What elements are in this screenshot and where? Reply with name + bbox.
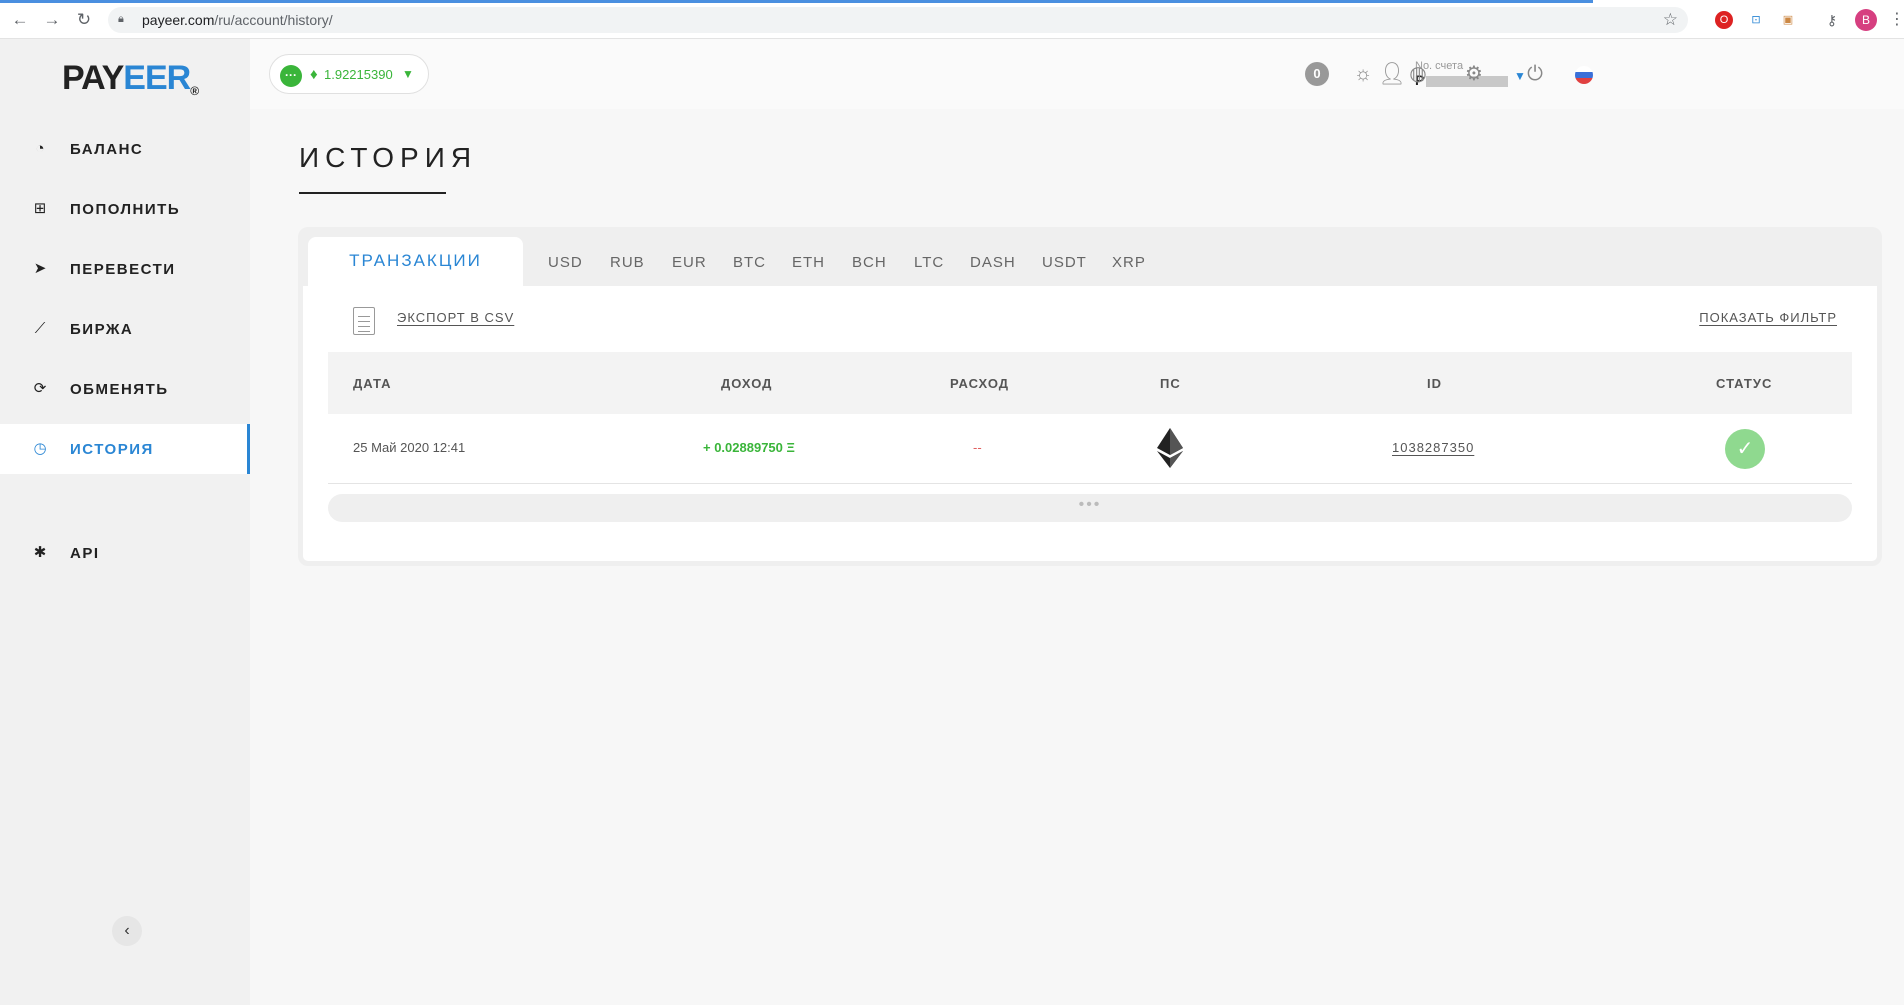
history-card: ТРАНЗАКЦИИ USD RUB EUR BTC ETH BCH LTC D… [298,227,1882,566]
tab-eur[interactable]: EUR [672,254,707,271]
tab-usdt[interactable]: USDT [1042,254,1087,271]
sidebar-item-api[interactable]: ✱ API [0,528,250,578]
tabs-bar: ТРАНЗАКЦИИ USD RUB EUR BTC ETH BCH LTC D… [303,232,1877,286]
notifications-badge[interactable]: 0 [1305,62,1329,86]
more-dots-icon: ··· [280,65,302,87]
reload-icon[interactable]: ↻ [74,10,94,30]
sidebar: PAYEER® ◔ БАЛАНС ⊞ ПОПОЛНИТЬ ➤ ПЕРЕВЕСТИ… [0,39,250,1005]
sidebar-item-history[interactable]: ◷ ИСТОРИЯ [0,424,250,474]
back-icon[interactable]: ← [10,10,30,30]
tab-usd[interactable]: USD [548,254,583,271]
column-income: ДОХОД [721,376,773,391]
sidebar-item-swap[interactable]: ⟳ ОБМЕНЯТЬ [0,364,250,414]
tab-rub[interactable]: RUB [610,254,645,271]
export-csv-link[interactable]: ЭКСПОРТ В CSV [397,310,514,325]
tab-eth[interactable]: ETH [792,254,825,271]
gear-icon[interactable]: ⚙ [1461,61,1487,87]
balance-amount: 1.92215390 [324,67,393,82]
clock-icon: ◷ [33,440,47,457]
title-underline [299,192,446,194]
page-load-progress [0,0,1593,3]
sidebar-item-exchange-market[interactable]: ⟋ БИРЖА [0,304,250,354]
collapse-sidebar-button[interactable]: ‹ [112,916,142,946]
column-ps: ПС [1160,376,1181,391]
ethereum-small-icon: ♦ [310,66,318,83]
forward-icon[interactable]: → [42,10,62,30]
russian-flag-icon[interactable] [1575,66,1593,84]
column-status: СТАТУС [1716,376,1773,391]
tab-dash[interactable]: DASH [970,254,1016,271]
user-icon: 👤︎ [1378,61,1406,86]
sidebar-item-transfer[interactable]: ➤ ПЕРЕВЕСТИ [0,244,250,294]
row-expense: -- [973,440,982,455]
browser-toolbar: ← → ↻ 🔒︎ payeer.com/ru/account/history/ … [0,0,1904,39]
image-extension-icon[interactable]: ▣ [1779,11,1797,29]
address-bar[interactable]: 🔒︎ payeer.com/ru/account/history/ ☆ [108,7,1688,33]
chart-icon: ⟋ [34,320,46,337]
url-text: payeer.com/ru/account/history/ [142,12,333,28]
load-more-button[interactable]: ••• [328,494,1852,522]
column-date: ДАТА [353,376,392,391]
browser-menu-icon[interactable]: ⋮ [1889,9,1904,29]
key-icon[interactable]: ⚷ [1823,11,1841,29]
power-icon[interactable]: ⏻ [1522,61,1548,87]
tab-bch[interactable]: BCH [852,254,887,271]
paper-plane-icon: ➤ [33,260,47,277]
row-transaction-id[interactable]: 1038287350 [1392,440,1474,455]
table-header: ДАТА ДОХОД РАСХОД ПС ID СТАТУС [328,352,1852,414]
exchange-icon: ⟳ [33,380,47,397]
checkmark-icon: ✓ [1725,429,1765,469]
theme-sun-icon[interactable]: ☼ [1350,61,1376,87]
payeer-logo[interactable]: PAYEER® [62,59,199,98]
profile-avatar[interactable]: B [1855,9,1877,31]
tab-ltc[interactable]: LTC [914,254,944,271]
column-id: ID [1427,376,1442,391]
sidebar-item-balance[interactable]: ◔ БАЛАНС [0,124,250,174]
top-bar: ··· ♦ 1.92215390 ▼ 0 👤︎ No. счета P ▼ ☼ … [250,39,1904,109]
lock-extension-icon[interactable]: ⊡ [1747,11,1765,29]
table-row[interactable]: 25 Май 2020 12:41 + 0.02889750 Ξ -- 1038… [328,414,1852,484]
ethereum-icon [1157,428,1183,468]
show-filter-link[interactable]: ПОКАЗАТЬ ФИЛЬТР [1699,310,1837,325]
gears-icon: ✱ [33,544,47,561]
support-chat-icon[interactable]: ◍ [1405,61,1431,87]
page-title: ИСТОРИЯ [299,142,478,173]
column-expense: РАСХОД [950,376,1010,391]
tab-transactions[interactable]: ТРАНЗАКЦИИ [308,237,523,286]
row-income: + 0.02889750 Ξ [703,440,795,455]
csv-file-icon[interactable] [353,307,375,335]
balance-selector[interactable]: ··· ♦ 1.92215390 ▼ [269,54,429,94]
row-date: 25 Май 2020 12:41 [353,440,466,455]
sidebar-item-deposit[interactable]: ⊞ ПОПОЛНИТЬ [0,184,250,234]
tab-xrp[interactable]: XRP [1112,254,1146,271]
chevron-down-icon: ▼ [402,67,414,81]
tab-btc[interactable]: BTC [733,254,766,271]
gauge-icon: ◔ [35,140,45,157]
opera-extension-icon[interactable]: O [1715,11,1733,29]
lock-icon: 🔒︎ [118,13,124,25]
bookmark-star-icon[interactable]: ☆ [1663,10,1678,30]
plus-square-icon: ⊞ [33,200,47,217]
